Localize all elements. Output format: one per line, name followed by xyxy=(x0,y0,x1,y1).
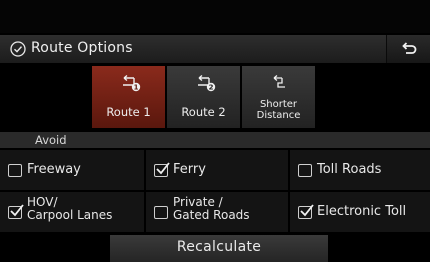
svg-text:2: 2 xyxy=(209,84,214,92)
check-circle-icon xyxy=(10,41,26,57)
route-options-screen: Route Options 1 Route 1 2 Route 2 Shorte… xyxy=(0,0,430,262)
recalculate-label: Recalculate xyxy=(176,239,262,255)
avoid-hov-carpool-option[interactable]: HOV/ Carpool Lanes xyxy=(0,192,144,232)
avoid-hov-label-line1: HOV/ xyxy=(27,195,58,209)
avoid-private-label-line1: Private / xyxy=(173,195,223,209)
shorter-distance-label-line2: Distance xyxy=(256,110,301,121)
route-1-button[interactable]: 1 Route 1 xyxy=(92,66,165,128)
avoid-hov-carpool-label: HOV/ Carpool Lanes xyxy=(27,196,112,222)
avoid-section-header: Avoid xyxy=(0,132,430,148)
avoid-private-label-line2: Gated Roads xyxy=(173,208,250,222)
checkbox-checked-icon[interactable] xyxy=(154,162,170,177)
avoid-label: Avoid xyxy=(35,133,67,147)
avoid-electronic-toll-label: Electronic Toll xyxy=(317,204,407,219)
route-2-button[interactable]: 2 Route 2 xyxy=(167,66,240,128)
back-arrow-icon xyxy=(402,42,417,54)
shorter-distance-icon xyxy=(273,75,285,88)
route-2-icon: 2 xyxy=(198,74,216,92)
svg-text:1: 1 xyxy=(134,84,139,92)
checkbox-unchecked-icon[interactable] xyxy=(298,164,312,177)
checkbox-unchecked-icon[interactable] xyxy=(8,164,22,177)
avoid-private-gated-label: Private / Gated Roads xyxy=(173,196,250,222)
title-bar: Route Options xyxy=(0,35,430,63)
status-bar xyxy=(0,0,430,33)
avoid-ferry-option[interactable]: Ferry xyxy=(146,150,288,190)
route-1-icon: 1 xyxy=(123,74,141,92)
avoid-electronic-toll-option[interactable]: Electronic Toll xyxy=(290,192,430,232)
route-2-label: Route 2 xyxy=(181,105,226,119)
page-title: Route Options xyxy=(31,40,133,56)
avoid-toll-roads-option[interactable]: Toll Roads xyxy=(290,150,430,190)
avoid-hov-label-line2: Carpool Lanes xyxy=(27,208,113,222)
avoid-freeway-label: Freeway xyxy=(27,162,81,177)
checkbox-checked-icon[interactable] xyxy=(8,204,24,219)
avoid-ferry-label: Ferry xyxy=(173,162,206,177)
avoid-freeway-option[interactable]: Freeway xyxy=(0,150,144,190)
avoid-toll-roads-label: Toll Roads xyxy=(317,162,382,177)
avoid-private-gated-option[interactable]: Private / Gated Roads xyxy=(146,192,288,232)
avoid-options-grid: Freeway Ferry Toll Roads HOV/ Carpool La… xyxy=(0,150,430,232)
route-1-label: Route 1 xyxy=(106,105,151,119)
shorter-distance-button[interactable]: Shorter Distance xyxy=(242,66,315,128)
recalculate-button[interactable]: Recalculate xyxy=(110,235,328,262)
shorter-distance-label-line1: Shorter xyxy=(259,99,298,110)
checkbox-checked-icon[interactable] xyxy=(298,204,314,219)
shorter-distance-label: Shorter Distance xyxy=(242,99,315,121)
back-button[interactable] xyxy=(386,35,430,63)
checkbox-unchecked-icon[interactable] xyxy=(154,206,168,219)
